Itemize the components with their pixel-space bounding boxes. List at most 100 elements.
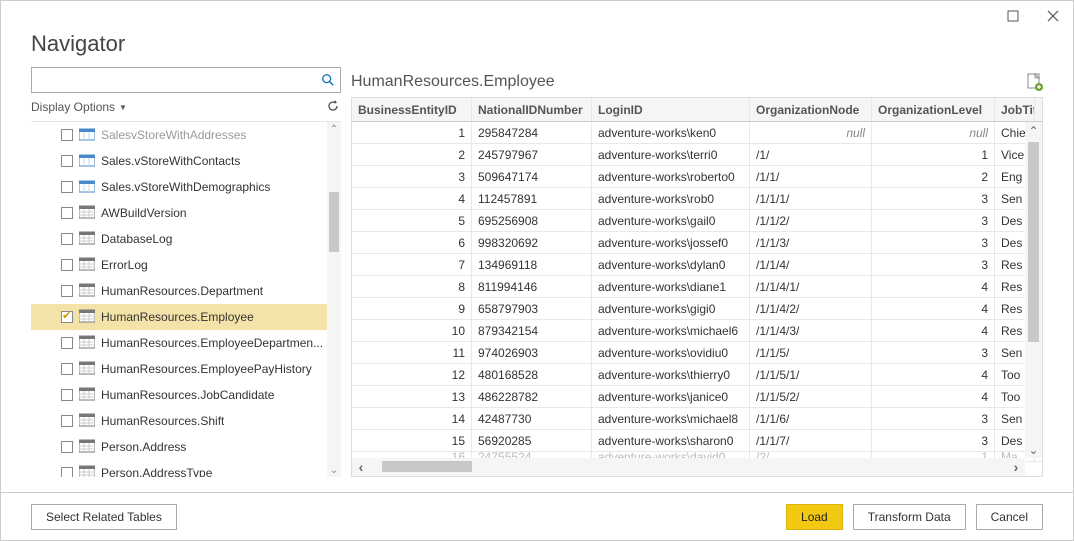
grid-scrollbar-vertical[interactable]: ⌃ ⌄ [1025,122,1042,458]
table-row[interactable]: 11974026903adventure-works\ovidiu0/1/1/5… [352,342,1042,364]
table-row[interactable]: 5695256908adventure-works\gail0/1/1/2/3D… [352,210,1042,232]
cell: 10 [352,320,472,341]
checkbox[interactable] [61,181,73,193]
cell: adventure-works\gail0 [592,210,750,231]
preview-header: HumanResources.Employee [351,67,1043,97]
table-row[interactable]: 1442487730adventure-works\michael8/1/1/6… [352,408,1042,430]
tree-item[interactable]: HumanResources.Shift [31,408,341,434]
table-row[interactable]: 10879342154adventure-works\michael6/1/1/… [352,320,1042,342]
tree-item[interactable]: ErrorLog [31,252,341,278]
cell: /1/1/3/ [750,232,872,253]
refresh-button[interactable] [325,98,341,117]
cell: adventure-works\diane1 [592,276,750,297]
checkbox[interactable] [61,363,73,375]
cell: /1/1/6/ [750,408,872,429]
cell: 695256908 [472,210,592,231]
load-button[interactable]: Load [786,504,843,530]
checkbox[interactable] [61,467,73,477]
table-row[interactable]: 1556920285adventure-works\sharon0/1/1/7/… [352,430,1042,452]
maximize-button[interactable] [993,1,1033,31]
cancel-button[interactable]: Cancel [976,504,1043,530]
col-header[interactable]: LoginID [592,98,750,121]
col-header[interactable]: OrganizationNode [750,98,872,121]
tree-item[interactable]: HumanResources.JobCandidate [31,382,341,408]
tree-item[interactable]: Sales.vStoreWithDemographics [31,174,341,200]
table-row[interactable]: 9658797903adventure-works\gigi0/1/1/4/2/… [352,298,1042,320]
scroll-down-icon[interactable]: ⌄ [327,463,341,477]
search-icon [321,73,335,87]
checkbox[interactable] [61,129,73,141]
table-icon [79,257,95,274]
tree-item[interactable]: Sales.vStoreWithContacts [31,148,341,174]
add-column-icon[interactable] [1027,73,1043,91]
tree-item[interactable]: DatabaseLog [31,226,341,252]
cell: /1/1/4/2/ [750,298,872,319]
col-header[interactable]: NationalIDNumber [472,98,592,121]
cell: 480168528 [472,364,592,385]
tree-scrollbar[interactable]: ⌃ ⌄ [327,122,341,477]
tree-item[interactable]: Person.Address [31,434,341,460]
table-row[interactable]: 4112457891adventure-works\rob0/1/1/1/3Se… [352,188,1042,210]
grid-scrollbar-horizontal[interactable]: ‹ › [352,458,1025,476]
tree-item[interactable]: HumanResources.Department [31,278,341,304]
table-row[interactable]: 13486228782adventure-works\janice0/1/1/5… [352,386,1042,408]
tree-scrollbar-thumb[interactable] [329,192,339,252]
checkbox[interactable] [61,415,73,427]
table-row[interactable]: 3509647174adventure-works\roberto0/1/1/2… [352,166,1042,188]
cell: adventure-works\rob0 [592,188,750,209]
tree-item[interactable]: HumanResources.Employee [31,304,341,330]
table-row[interactable]: 12480168528adventure-works\thierry0/1/1/… [352,364,1042,386]
checkbox[interactable] [61,337,73,349]
tree-item[interactable]: HumanResources.EmployeePayHistory [31,356,341,382]
grid-scroll-v-thumb[interactable] [1028,142,1039,342]
tree-item-label: DatabaseLog [101,232,172,246]
tree-item-label: HumanResources.JobCandidate [101,388,274,402]
col-header[interactable]: OrganizationLevel [872,98,995,121]
scroll-up-icon[interactable]: ⌃ [1025,122,1042,139]
scroll-right-icon[interactable]: › [1007,458,1025,476]
refresh-icon [325,98,341,114]
tree-item[interactable]: HumanResources.EmployeeDepartmen... [31,330,341,356]
tree-item-label: HumanResources.Department [101,284,263,298]
tree-item[interactable]: AWBuildVersion [31,200,341,226]
checkbox[interactable] [61,259,73,271]
checkbox[interactable] [61,441,73,453]
col-header[interactable]: BusinessEntityID [352,98,472,121]
select-related-tables-button[interactable]: Select Related Tables [31,504,177,530]
table-icon [79,413,95,430]
checkbox[interactable] [61,207,73,219]
grid-header-row: BusinessEntityID NationalIDNumber LoginI… [352,98,1042,122]
cell: adventure-works\ovidiu0 [592,342,750,363]
cell: 658797903 [472,298,592,319]
tree-item[interactable]: Person.AddressType [31,460,341,477]
table-row[interactable]: 7134969118adventure-works\dylan0/1/1/4/3… [352,254,1042,276]
left-panel: Display Options ▼ SalesvStoreWithAddress… [31,67,341,477]
checkbox[interactable] [61,233,73,245]
checkbox[interactable] [61,285,73,297]
scroll-left-icon[interactable]: ‹ [352,458,370,476]
cell: null [750,122,872,143]
display-options-dropdown[interactable]: Display Options ▼ [31,100,127,114]
grid-scroll-h-thumb[interactable] [382,461,472,472]
grid-body: 1295847284adventure-works\ken0nullnullCh… [352,122,1042,462]
scroll-up-icon[interactable]: ⌃ [327,122,341,136]
col-header[interactable]: JobTitle [995,98,1035,121]
table-row[interactable]: 6998320692adventure-works\jossef0/1/1/3/… [352,232,1042,254]
display-options-label: Display Options [31,100,115,114]
search-input[interactable] [37,69,321,91]
search-box[interactable] [31,67,341,93]
tree-scroll[interactable]: SalesvStoreWithAddressesSales.vStoreWith… [31,122,341,477]
cell: 13 [352,386,472,407]
checkbox[interactable] [61,155,73,167]
tree-item[interactable]: SalesvStoreWithAddresses [31,122,341,148]
checkbox[interactable] [61,389,73,401]
scroll-down-icon[interactable]: ⌄ [1025,441,1042,458]
table-row[interactable]: 2245797967adventure-works\terri0/1/1Vice [352,144,1042,166]
close-button[interactable] [1033,1,1073,31]
cell: 112457891 [472,188,592,209]
cell: 8 [352,276,472,297]
checkbox[interactable] [61,311,73,323]
table-row[interactable]: 1295847284adventure-works\ken0nullnullCh… [352,122,1042,144]
transform-data-button[interactable]: Transform Data [853,504,966,530]
table-row[interactable]: 8811994146adventure-works\diane1/1/1/4/1… [352,276,1042,298]
